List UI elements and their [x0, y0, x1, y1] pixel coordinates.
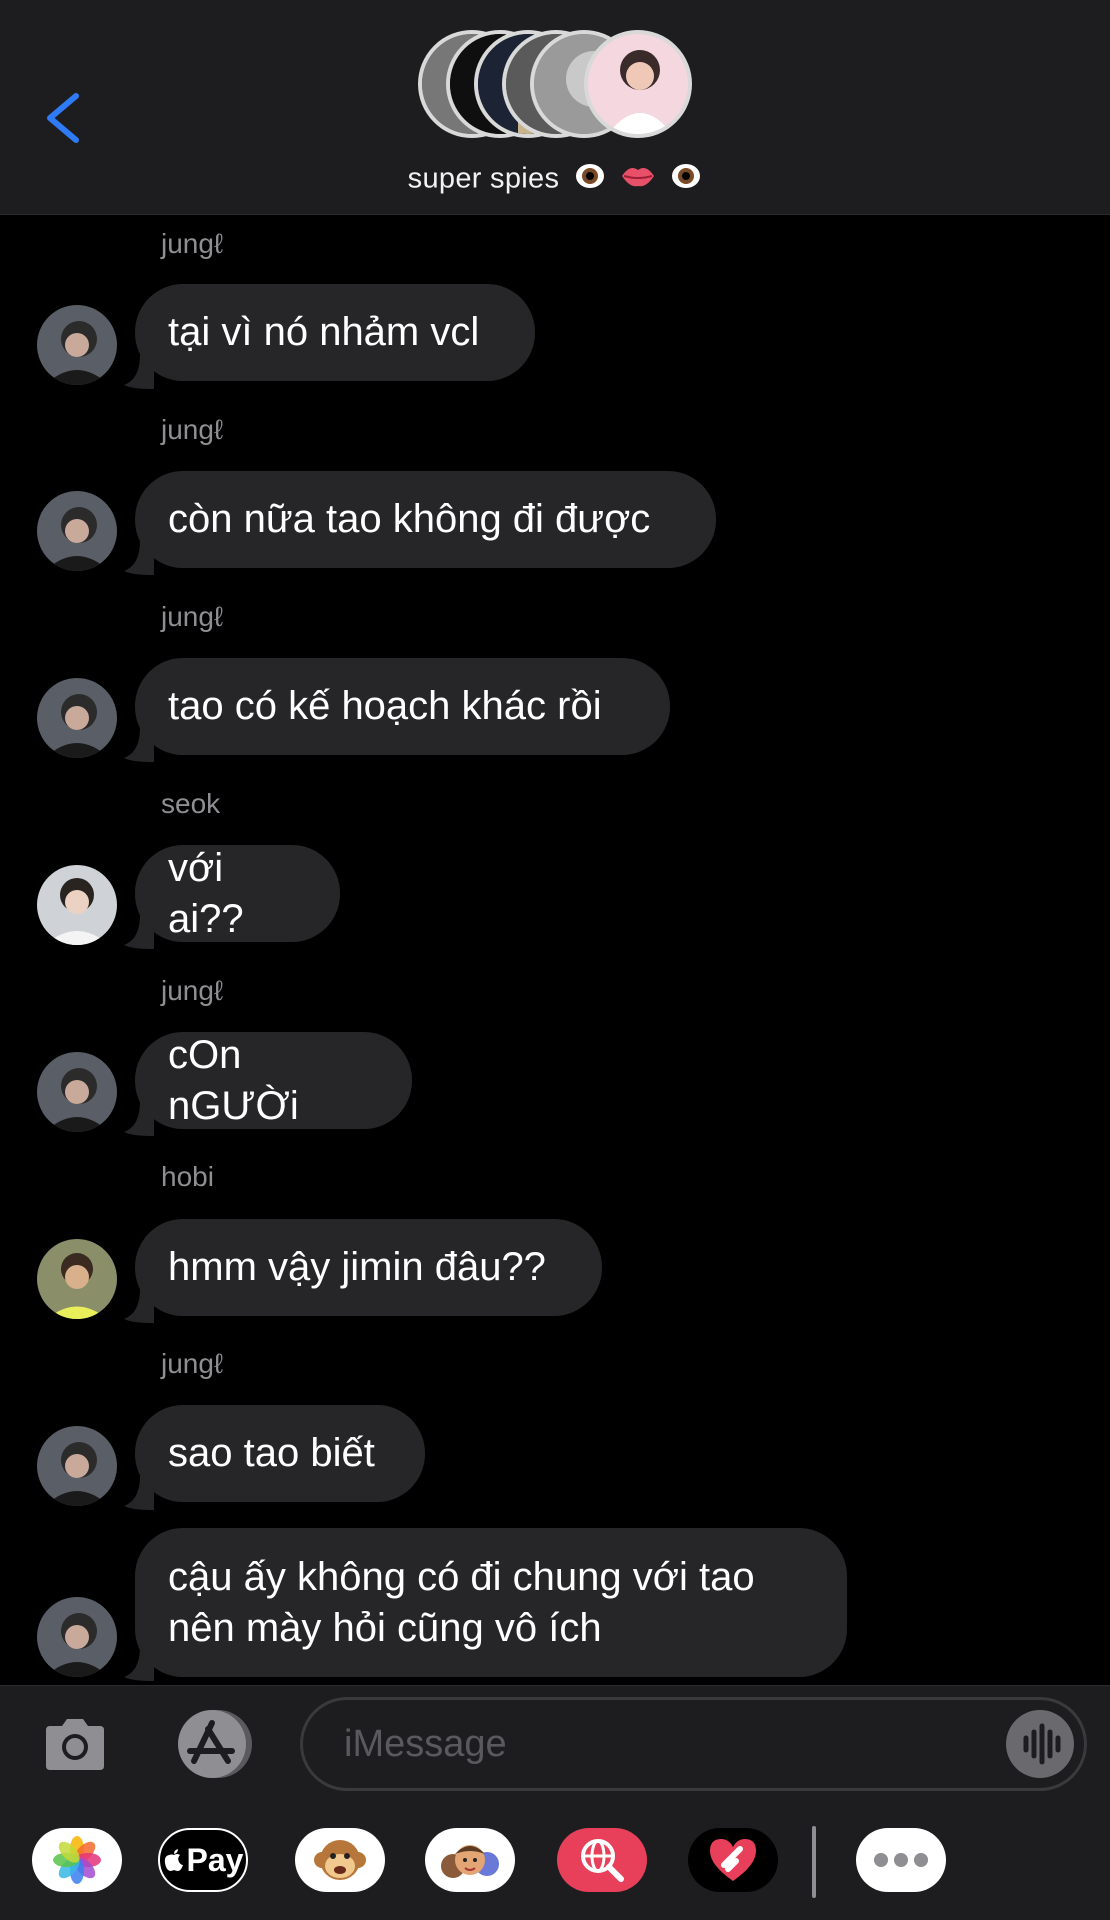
sender-name: jungℓ	[161, 1348, 223, 1379]
group-avatar-stack[interactable]	[418, 30, 694, 146]
sender-avatar[interactable]	[37, 305, 117, 385]
apple-logo-icon	[164, 1849, 183, 1871]
back-chevron-icon[interactable]	[40, 90, 88, 146]
memoji-stickers-button[interactable]	[425, 1828, 515, 1892]
digital-touch-button[interactable]	[688, 1828, 778, 1892]
audio-record-button[interactable]	[1006, 1710, 1074, 1778]
message-input-placeholder: iMessage	[344, 1723, 507, 1765]
camera-icon[interactable]	[42, 1716, 108, 1772]
message-bubble[interactable]: với ai??	[135, 845, 340, 942]
waveform-icon	[1023, 1723, 1061, 1765]
message-bubble[interactable]: sao tao biết	[135, 1405, 425, 1502]
message-text: tao có kế hoạch khác rồi	[168, 684, 602, 728]
sender-name: hobi	[161, 1161, 214, 1192]
lips-emoji-icon	[620, 162, 656, 198]
message-bubble[interactable]: còn nữa tao không đi được	[135, 471, 716, 568]
sender-avatar[interactable]	[37, 865, 117, 945]
group-name[interactable]: super spies	[0, 160, 1110, 200]
heart-touch-icon	[710, 1839, 756, 1881]
photos-icon	[53, 1836, 101, 1884]
message-input[interactable]: iMessage	[300, 1697, 1087, 1791]
imessage-app-tray: Pay	[0, 1804, 1110, 1920]
message-bubble[interactable]: cậu ấy không có đi chung với tao nên mày…	[135, 1528, 847, 1677]
more-apps-button[interactable]	[856, 1828, 946, 1892]
sender-avatar[interactable]	[37, 491, 117, 571]
conversation-header: super spies	[0, 0, 1110, 215]
sender-name: jungℓ	[161, 975, 223, 1006]
apple-pay-button[interactable]: Pay	[158, 1828, 248, 1892]
photos-app-button[interactable]	[32, 1828, 122, 1892]
sender-name: jungℓ	[161, 228, 223, 259]
message-text: sao tao biết	[168, 1431, 375, 1475]
sender-avatar[interactable]	[37, 678, 117, 758]
message-text: hmm vậy jimin đâu??	[168, 1245, 546, 1289]
sender-avatar[interactable]	[37, 1052, 117, 1132]
sender-name: jungℓ	[161, 601, 223, 632]
message-bubble[interactable]: tao có kế hoạch khác rồi	[135, 658, 670, 755]
message-text: tại vì nó nhảm vcl	[168, 310, 480, 354]
tray-divider	[812, 1826, 816, 1898]
memoji-icon	[441, 1845, 499, 1878]
eye-emoji-icon	[574, 160, 606, 200]
sender-avatar[interactable]	[37, 1426, 117, 1506]
member-avatar	[584, 30, 692, 138]
sender-avatar[interactable]	[37, 1239, 117, 1319]
compose-bar: iMessage	[0, 1685, 1110, 1804]
monkey-face-icon	[314, 1840, 366, 1880]
message-thread[interactable]: jungℓ tại vì nó nhảm vcl jungℓ còn nữa t…	[0, 215, 1110, 1685]
globe-search-icon	[581, 1839, 624, 1882]
animoji-app-button[interactable]	[295, 1828, 385, 1892]
message-text: còn nữa tao không đi được	[168, 497, 651, 541]
message-bubble[interactable]: tại vì nó nhảm vcl	[135, 284, 535, 381]
sender-avatar[interactable]	[37, 1597, 117, 1677]
message-bubble[interactable]: cOn nGƯỜi	[135, 1032, 412, 1129]
eye-emoji-icon	[670, 160, 702, 200]
message-text: cậu ấy không có đi chung với tao nên mày…	[168, 1554, 755, 1650]
group-name-text: super spies	[407, 162, 560, 195]
apple-pay-label: Pay	[186, 1841, 244, 1878]
message-bubble[interactable]: hmm vậy jimin đâu??	[135, 1219, 602, 1316]
search-images-button[interactable]	[557, 1828, 647, 1892]
message-text: cOn nGƯỜi	[168, 1032, 299, 1128]
sender-name: seok	[161, 788, 221, 819]
app-store-icon[interactable]	[168, 1709, 260, 1779]
ellipsis-icon	[874, 1853, 928, 1867]
message-text: với ai??	[168, 845, 244, 941]
sender-name: jungℓ	[161, 414, 223, 445]
